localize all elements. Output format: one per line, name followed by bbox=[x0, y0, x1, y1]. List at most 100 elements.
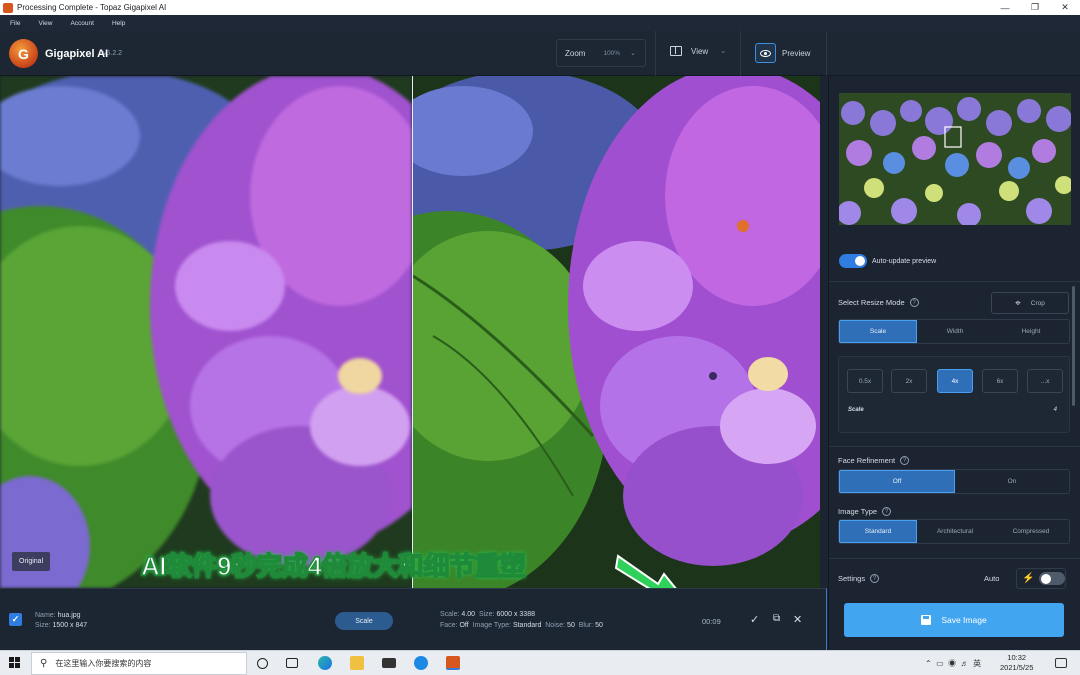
meta-face-value: Off bbox=[459, 622, 469, 629]
settings-title: Settings ? bbox=[838, 574, 880, 583]
help-icon[interactable]: ? bbox=[870, 574, 880, 583]
lightning-icon: ⚡ bbox=[1022, 573, 1035, 584]
taskbar-search-input[interactable]: ⚲ 在这里输入你要搜索的内容 bbox=[31, 652, 247, 675]
divider bbox=[829, 281, 1080, 282]
image-type-architectural[interactable]: Architectural bbox=[917, 520, 993, 543]
face-refinement-title: Face Refinement ? bbox=[838, 456, 910, 465]
save-image-label: Save Image bbox=[941, 615, 987, 625]
tab-width[interactable]: Width bbox=[917, 320, 993, 343]
scale-option-0-5x[interactable]: 0.5x bbox=[847, 369, 883, 393]
task-view-icon[interactable] bbox=[286, 658, 298, 668]
gigapixel-logo: G bbox=[9, 39, 38, 68]
preview-toggle[interactable]: Preview bbox=[755, 43, 810, 63]
resize-mode-tabs: Scale Width Height bbox=[838, 319, 1070, 344]
file-info: Name: hua.jpg Size: 1500 x 847 bbox=[35, 611, 87, 631]
size-label: Size: bbox=[35, 622, 51, 629]
toggle-switch[interactable] bbox=[1039, 572, 1065, 585]
gigapixel-taskbar-icon[interactable] bbox=[446, 656, 460, 670]
tab-scale[interactable]: Scale bbox=[839, 320, 917, 343]
brand-name: Gigapixel AI bbox=[45, 48, 109, 60]
scale-option-custom[interactable]: ...x bbox=[1027, 369, 1063, 393]
chevron-down-icon: ⌄ bbox=[720, 48, 727, 55]
auto-update-label: Auto-update preview bbox=[872, 257, 937, 265]
volume-icon[interactable]: ♬ bbox=[961, 659, 969, 668]
meta-scale-value: 4.00 bbox=[461, 611, 476, 618]
file-explorer-icon[interactable] bbox=[350, 656, 364, 670]
panel-scrollbar[interactable] bbox=[1072, 286, 1075, 406]
scale-option-4x[interactable]: 4x bbox=[937, 369, 973, 393]
restore-icon[interactable]: ❐ bbox=[1020, 0, 1050, 15]
taskbar-clock[interactable]: 10:32 2021/5/25 bbox=[1000, 653, 1033, 673]
edge-icon[interactable] bbox=[318, 656, 332, 670]
face-refinement-toggle: Off On bbox=[838, 469, 1070, 494]
cortana-icon[interactable] bbox=[257, 658, 268, 669]
close-icon[interactable]: ✕ bbox=[793, 613, 802, 626]
menu-view[interactable]: View bbox=[38, 20, 52, 27]
help-icon[interactable]: ? bbox=[882, 507, 892, 516]
crop-icon: ⌖ bbox=[1015, 297, 1021, 309]
navigator-thumbnail[interactable] bbox=[839, 93, 1071, 225]
image-viewer[interactable]: Original AI软件9秒完成4倍放大和细节重塑 bbox=[0, 76, 820, 588]
zoom-dropdown[interactable]: Zoom 100% ⌄ bbox=[556, 39, 646, 67]
divider bbox=[829, 446, 1080, 447]
divider bbox=[655, 31, 656, 76]
menu-account[interactable]: Account bbox=[70, 20, 94, 27]
image-type-compressed[interactable]: Compressed bbox=[993, 520, 1069, 543]
scale-badge-button[interactable]: Scale bbox=[335, 612, 393, 630]
system-tray: ⌃ ▭ ◉ ♬ 英 bbox=[925, 658, 981, 669]
auto-update-row[interactable]: Auto-update preview bbox=[839, 254, 936, 268]
meta-noise-value: 50 bbox=[567, 622, 575, 629]
mail-icon[interactable] bbox=[382, 658, 396, 668]
name-label: Name: bbox=[35, 612, 56, 619]
window-title: Processing Complete - Topaz Gigapixel AI bbox=[17, 3, 167, 12]
crop-button[interactable]: ⌖ Crop bbox=[991, 292, 1069, 314]
zoom-label: Zoom bbox=[565, 48, 586, 58]
scale-row-label: Scale bbox=[848, 407, 864, 413]
ime-indicator[interactable]: 英 bbox=[973, 659, 981, 668]
preview-label: Preview bbox=[782, 48, 811, 58]
file-name: hua.jpg bbox=[57, 612, 81, 619]
menu-help[interactable]: Help bbox=[112, 20, 125, 27]
minimize-icon[interactable]: — bbox=[990, 0, 1020, 15]
file-size: 1500 x 847 bbox=[52, 622, 88, 629]
view-button[interactable]: View ⌄ bbox=[670, 46, 726, 56]
windows-start-icon[interactable] bbox=[9, 657, 21, 669]
meta-blur-value: 50 bbox=[595, 622, 603, 629]
settings-label: Settings bbox=[838, 574, 866, 583]
save-icon bbox=[921, 615, 932, 625]
scale-row-value[interactable]: 4 bbox=[1054, 407, 1057, 413]
meta-blur-label: Blur: bbox=[578, 622, 594, 629]
image-type-label: Image Type bbox=[838, 507, 878, 516]
app-icon[interactable] bbox=[414, 656, 428, 670]
network-icon[interactable]: ▭ bbox=[936, 659, 944, 668]
auto-update-toggle[interactable] bbox=[839, 254, 867, 268]
tab-height[interactable]: Height bbox=[993, 320, 1069, 343]
chevron-down-icon: ⌄ bbox=[630, 50, 636, 57]
close-window-icon[interactable]: ✕ bbox=[1050, 0, 1080, 15]
meta-type-value: Standard bbox=[512, 622, 542, 629]
help-icon[interactable]: ? bbox=[900, 456, 910, 465]
eye-icon bbox=[755, 43, 776, 63]
original-image-pane bbox=[0, 76, 412, 588]
notification-icon[interactable] bbox=[1055, 658, 1067, 668]
face-on-option[interactable]: On bbox=[955, 470, 1069, 493]
scale-option-2x[interactable]: 2x bbox=[891, 369, 927, 393]
auto-settings-toggle[interactable]: ⚡ bbox=[1016, 568, 1066, 589]
save-image-button[interactable]: Save Image bbox=[844, 603, 1064, 637]
divider bbox=[829, 558, 1080, 559]
open-external-icon[interactable]: ⧉ bbox=[773, 613, 780, 624]
scale-option-6x[interactable]: 6x bbox=[982, 369, 1018, 393]
select-checkbox[interactable]: ✓ bbox=[9, 613, 22, 626]
crop-label: Crop bbox=[1030, 299, 1045, 307]
resize-mode-label: Select Resize Mode bbox=[838, 298, 905, 307]
meta-size-value: 6000 x 3388 bbox=[496, 611, 535, 618]
face-off-option[interactable]: Off bbox=[839, 470, 955, 493]
globe-icon[interactable]: ◉ bbox=[948, 659, 956, 668]
help-icon[interactable]: ? bbox=[909, 298, 919, 307]
checkmark-icon[interactable]: ✓ bbox=[750, 613, 759, 626]
image-type-standard[interactable]: Standard bbox=[839, 520, 917, 543]
window-titlebar: Processing Complete - Topaz Gigapixel AI… bbox=[0, 0, 1080, 15]
processing-timer: 00:09 bbox=[702, 617, 721, 626]
menu-file[interactable]: File bbox=[10, 20, 20, 27]
tray-chevron-icon[interactable]: ⌃ bbox=[925, 659, 932, 668]
